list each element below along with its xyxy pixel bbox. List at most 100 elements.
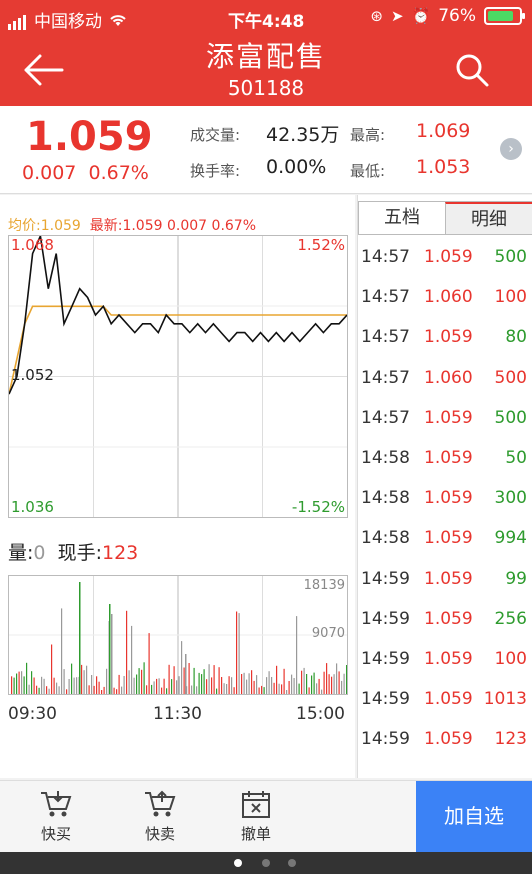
volume-bar xyxy=(231,677,233,694)
trade-volume: 50 xyxy=(505,447,527,468)
volume-bar xyxy=(23,676,25,694)
volume-bar xyxy=(286,690,288,694)
volume-bar xyxy=(341,680,343,694)
volume-bar xyxy=(13,677,15,694)
time-label-open: 09:30 xyxy=(8,704,57,724)
trade-volume: 80 xyxy=(505,327,527,348)
bottom-toolbar: 快买 快卖 撤单 加自选 xyxy=(0,780,532,853)
volume-bar xyxy=(11,676,13,694)
volume-bar xyxy=(71,663,73,694)
volume-max-label: 18139 xyxy=(303,578,345,593)
time-label-close: 15:00 xyxy=(296,704,345,724)
trade-time: 14:59 xyxy=(361,689,410,710)
volume-bar xyxy=(88,685,90,694)
volume-bar xyxy=(93,685,95,694)
axis-mid-price: 1.052 xyxy=(11,366,54,384)
chevron-right-icon[interactable]: › xyxy=(500,138,522,160)
lock-rotation-icon: ⊛ xyxy=(370,7,383,25)
volume-bar xyxy=(131,625,133,694)
trade-row: 14:59 1.059 123 xyxy=(358,719,532,759)
tab-detail[interactable]: 明细 xyxy=(445,202,532,234)
volume-bar xyxy=(236,611,238,694)
wifi-icon xyxy=(110,14,126,26)
volume-bar xyxy=(183,667,185,694)
volume-bar xyxy=(191,685,193,694)
volume-bar xyxy=(98,681,100,694)
volume-bar xyxy=(151,684,153,694)
volume-bar xyxy=(36,685,38,694)
volume-bar xyxy=(33,677,35,694)
trade-row: 14:59 1.059 99 xyxy=(358,559,532,599)
trade-volume: 500 xyxy=(494,367,527,388)
alarm-icon: ⏰ xyxy=(411,7,431,25)
trade-price: 1.059 xyxy=(424,327,473,348)
volume-bar xyxy=(266,677,268,694)
volume-bar xyxy=(163,678,165,694)
intraday-price-chart[interactable]: 1.068 1.52% 1.052 1.036 -1.52% xyxy=(8,233,348,518)
volume-bar xyxy=(346,665,348,694)
volume-bar xyxy=(109,604,111,694)
page-dot-active xyxy=(234,859,242,867)
volume-bar xyxy=(283,668,285,694)
volume-bar xyxy=(196,686,198,694)
volume-bar xyxy=(56,682,58,694)
volume-bar xyxy=(291,674,293,694)
volume-bar xyxy=(176,680,178,694)
quick-sell-button[interactable]: 快卖 xyxy=(130,789,190,844)
trade-volume: 123 xyxy=(494,729,527,750)
volume-bar xyxy=(111,614,113,694)
trade-list: 14:57 1.059 500 14:57 1.060 100 14:57 1.059 80 14… xyxy=(358,237,532,759)
add-to-watchlist-button[interactable]: 加自选 xyxy=(416,781,532,853)
trade-volume: 500 xyxy=(494,407,527,428)
status-bar: 中国移动 下午4:48 ⊛ ➤ ⏰ 76% xyxy=(0,0,532,34)
back-arrow-icon[interactable] xyxy=(22,52,64,88)
volume-bar xyxy=(323,671,325,694)
nav-bar: 添富配售 501188 xyxy=(0,34,532,106)
volume-bar xyxy=(326,663,328,694)
trade-price: 1.060 xyxy=(424,367,473,388)
volume-bar xyxy=(193,667,195,694)
volume-bar xyxy=(258,687,260,694)
volume-bar xyxy=(168,664,170,694)
volume-label: 成交量: xyxy=(190,126,241,144)
trade-price: 1.059 xyxy=(424,689,473,710)
volume-bar xyxy=(248,673,250,694)
volume-bar xyxy=(91,675,93,694)
cancel-order-button[interactable]: 撤单 xyxy=(226,789,286,844)
volume-bar xyxy=(328,674,330,694)
volume-bar xyxy=(278,683,280,694)
volume-bar xyxy=(41,676,43,694)
volume-bar xyxy=(316,683,318,694)
volume-bar xyxy=(21,671,23,694)
volume-bar xyxy=(281,684,283,694)
trade-price: 1.059 xyxy=(424,568,473,589)
volume-bar xyxy=(68,679,70,694)
volume-bar xyxy=(203,669,205,694)
turnover-value: 0.00% xyxy=(266,156,327,178)
tab-depth[interactable]: 五档 xyxy=(359,202,445,234)
volume-bar xyxy=(256,675,258,694)
volume-bar xyxy=(333,674,335,694)
quick-buy-button[interactable]: 快买 xyxy=(26,789,86,844)
trade-row: 14:57 1.060 100 xyxy=(358,277,532,317)
volume-bar xyxy=(156,678,158,694)
volume-bar xyxy=(53,677,55,694)
volume-bar xyxy=(273,682,275,694)
volume-bar xyxy=(43,678,45,694)
volume-bar xyxy=(116,689,118,694)
search-icon[interactable] xyxy=(454,52,490,88)
volume-bar xyxy=(121,686,123,694)
volume-chart[interactable]: 18139 9070 xyxy=(8,575,348,695)
volume-bar xyxy=(153,681,155,694)
volume-bar xyxy=(66,689,68,694)
volume-bar xyxy=(171,679,173,694)
trade-panel: 五档 明细 14:57 1.059 500 14:57 1.060 100 14:57 1.0… xyxy=(357,195,532,778)
volume-bar xyxy=(288,681,290,694)
trade-time: 14:58 xyxy=(361,488,410,509)
trade-volume: 300 xyxy=(494,488,527,509)
trade-row: 14:59 1.059 1013 xyxy=(358,679,532,719)
price-change: 0.007 0.67% xyxy=(22,162,149,184)
volume-bar xyxy=(198,672,200,694)
volume-bar xyxy=(251,670,253,694)
trade-time: 14:58 xyxy=(361,528,410,549)
